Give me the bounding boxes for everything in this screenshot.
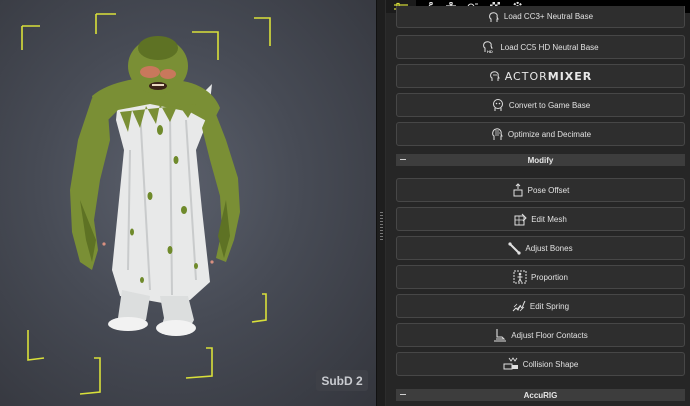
load-cc5-hd-neutral-base-button[interactable]: HD Load CC5 HD Neutral Base bbox=[396, 35, 685, 59]
proportion-icon bbox=[513, 270, 527, 284]
3d-viewport[interactable]: SubD 2 bbox=[0, 0, 376, 406]
optimize-and-decimate-button[interactable]: Optimize and Decimate bbox=[396, 122, 685, 146]
floor-contact-icon bbox=[493, 328, 507, 342]
collapse-icon bbox=[400, 394, 406, 395]
modify-section-header[interactable]: Modify bbox=[396, 154, 685, 166]
edit-spring-button[interactable]: Edit Spring bbox=[396, 294, 685, 318]
subd-level-badge[interactable]: SubD 2 bbox=[316, 370, 368, 391]
head-hd-icon: HD bbox=[482, 40, 496, 54]
adjust-floor-contacts-button[interactable]: Adjust Floor Contacts bbox=[396, 323, 685, 347]
svg-text:HD: HD bbox=[487, 49, 493, 54]
proportion-button[interactable]: Proportion bbox=[396, 265, 685, 289]
adjust-bones-button[interactable]: Adjust Bones bbox=[396, 236, 685, 260]
collision-shape-icon bbox=[503, 357, 519, 371]
collapse-icon bbox=[400, 159, 406, 160]
game-head-icon bbox=[491, 98, 505, 112]
collision-shape-button[interactable]: Collision Shape bbox=[396, 352, 685, 376]
head-icon bbox=[488, 11, 500, 23]
bones-icon bbox=[508, 241, 522, 255]
load-cc3-neutral-base-button[interactable]: Load CC3+ Neutral Base bbox=[396, 6, 685, 28]
actormixer-logo-text: ACTORMIXER bbox=[504, 69, 593, 83]
modify-panel: Load CC3+ Neutral Base HD Load CC5 HD Ne… bbox=[386, 0, 690, 406]
panel-splitter[interactable] bbox=[376, 0, 386, 406]
pose-offset-icon bbox=[512, 183, 524, 197]
pose-offset-button[interactable]: Pose Offset bbox=[396, 178, 685, 202]
viewport-scene bbox=[21, 13, 271, 395]
splitter-grip[interactable] bbox=[380, 212, 383, 240]
spring-icon bbox=[512, 299, 526, 313]
actormixer-icon bbox=[489, 70, 501, 82]
optimize-head-icon bbox=[490, 127, 504, 141]
creature-robe bbox=[108, 84, 212, 336]
actormixer-button[interactable]: ACTORMIXER bbox=[396, 64, 685, 88]
edit-mesh-icon bbox=[514, 213, 527, 226]
convert-to-game-base-button[interactable]: Convert to Game Base bbox=[396, 93, 685, 117]
accurig-section-header[interactable]: AccuRIG bbox=[396, 389, 685, 401]
edit-mesh-button[interactable]: Edit Mesh bbox=[396, 207, 685, 231]
